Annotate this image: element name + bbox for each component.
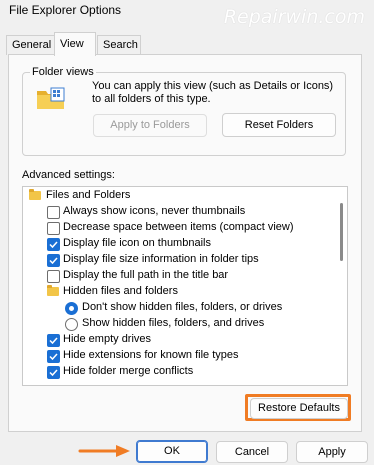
list-scrollbar-thumb[interactable] (340, 203, 343, 261)
folder-view-icon (36, 85, 66, 111)
list-item-label: Display file size information in folder … (63, 253, 259, 265)
list-item-label: Hide empty drives (63, 333, 152, 345)
folder-views-description: You can apply this view (such as Details… (92, 80, 334, 105)
restore-defaults-button[interactable]: Restore Defaults (250, 398, 348, 419)
checkbox-unchecked-icon[interactable] (47, 222, 60, 235)
arrow-pointer-icon (78, 443, 132, 459)
list-item-label: Hide extensions for known file types (63, 349, 239, 361)
checkbox-checked-icon[interactable] (47, 366, 60, 379)
checkbox-checked-icon[interactable] (47, 350, 60, 363)
apply-to-folders-button[interactable]: Apply to Folders (93, 114, 207, 137)
list-item-label: Show hidden files, folders, and drives (82, 317, 265, 329)
apply-button[interactable]: Apply (296, 441, 368, 463)
tab-search[interactable]: Search (97, 35, 141, 55)
tab-view[interactable]: View (54, 32, 96, 56)
advanced-settings-heading: Advanced settings: (22, 169, 115, 181)
list-item-label: Always show icons, never thumbnails (63, 205, 246, 217)
list-item-label: Decrease space between items (compact vi… (63, 221, 294, 233)
tab-general[interactable]: General (6, 35, 60, 55)
list-item-label: Files and Folders (46, 189, 131, 201)
reset-folders-button[interactable]: Reset Folders (222, 113, 336, 137)
folder-icon (29, 189, 41, 200)
checkbox-checked-icon[interactable] (47, 254, 60, 267)
radio-selected-icon[interactable] (65, 302, 78, 315)
checkbox-checked-icon[interactable] (47, 238, 60, 251)
cancel-button[interactable]: Cancel (216, 441, 288, 463)
list-item-label: Display the full path in the title bar (63, 269, 229, 281)
list-item-label: Display file icon on thumbnails (63, 237, 211, 249)
list-item-label: Hide folder merge conflicts (63, 365, 194, 377)
folder-icon (47, 285, 59, 296)
window-title: File Explorer Options (9, 3, 122, 17)
advanced-settings-list[interactable]: Files and Folders Always show icons, nev… (22, 186, 348, 386)
checkbox-unchecked-icon[interactable] (47, 270, 60, 283)
folder-views-heading: Folder views (30, 66, 96, 78)
checkbox-unchecked-icon[interactable] (47, 206, 60, 219)
list-item-label: Hidden files and folders (63, 285, 178, 297)
watermark: Repairwin.com (223, 6, 365, 28)
checkbox-checked-icon[interactable] (47, 334, 60, 347)
ok-button[interactable]: OK (136, 440, 208, 463)
list-item-label: Don't show hidden files, folders, or dri… (82, 301, 283, 313)
radio-unselected-icon[interactable] (65, 318, 78, 331)
